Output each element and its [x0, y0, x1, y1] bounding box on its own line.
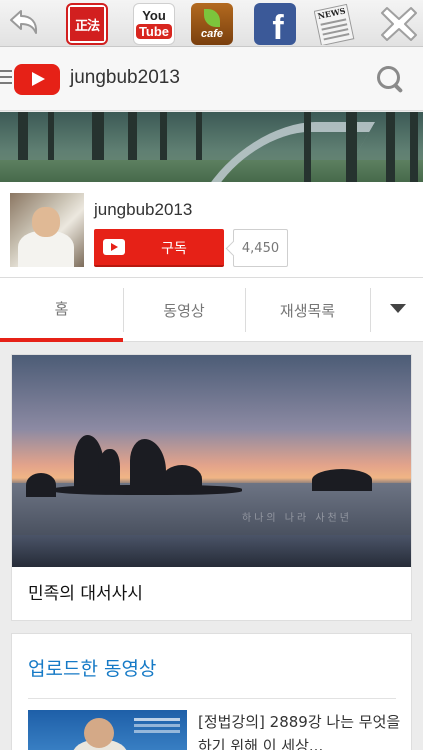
facebook-icon: f: [272, 8, 284, 46]
youtube-logo-text: You: [142, 8, 166, 23]
uploads-section: 업로드한 동영상 [정법강의] 2889강 나는 무엇을 하기 위해 이 세상.…: [11, 633, 412, 750]
youtube-logo-icon[interactable]: [14, 64, 60, 95]
menu-icon[interactable]: [0, 70, 14, 86]
jungbub-seal-icon: 正法: [70, 7, 104, 41]
cafe-label: cafe: [200, 28, 224, 40]
subscriber-count: 4,450: [233, 229, 288, 267]
thumbnail-watermark: 하나의 나라 사천년: [242, 513, 352, 524]
tab-home[interactable]: 홈: [0, 278, 123, 342]
jungbub-shortcut[interactable]: 正法: [66, 3, 108, 45]
channel-name: jungbub2013: [94, 200, 193, 219]
youtube-header: jungbub2013: [0, 47, 423, 111]
facebook-shortcut[interactable]: f: [254, 3, 296, 45]
channel-info: jungbub2013 구독 4,450: [0, 182, 423, 278]
divider: [28, 698, 396, 699]
leaf-icon: [204, 9, 220, 27]
youtube-play-icon: [103, 239, 125, 255]
newspaper-icon: NEWS: [314, 3, 355, 45]
uploads-heading[interactable]: 업로드한 동영상: [28, 654, 156, 681]
shortcut-bar: 正法 You Tube cafe f NEWS: [0, 0, 423, 47]
channel-tabs: 홈 동영상 재생목록: [0, 278, 423, 342]
news-shortcut[interactable]: NEWS: [314, 3, 356, 45]
video-thumbnail[interactable]: [28, 710, 187, 750]
avatar[interactable]: [10, 193, 84, 267]
chevron-down-icon[interactable]: [372, 278, 423, 342]
tab-playlists[interactable]: 재생목록: [245, 278, 370, 342]
channel-banner: [0, 112, 423, 182]
subscribe-label: 구독: [161, 241, 187, 257]
youtube-shortcut[interactable]: You Tube: [133, 3, 175, 45]
tab-videos[interactable]: 동영상: [123, 278, 245, 342]
featured-thumbnail[interactable]: 하나의 나라 사천년: [12, 355, 411, 567]
header-title: jungbub2013: [70, 67, 180, 88]
back-icon[interactable]: [2, 3, 44, 45]
featured-video-card[interactable]: 하나의 나라 사천년 민족의 대서사시: [11, 354, 412, 621]
subscribe-button[interactable]: 구독: [94, 229, 224, 267]
app-screen: 正法 You Tube cafe f NEWS jungbub2013 jung…: [0, 0, 423, 750]
video-title[interactable]: [정법강의] 2889강 나는 무엇을 하기 위해 이 세상...: [198, 710, 402, 750]
search-icon[interactable]: [376, 65, 406, 95]
cafe-shortcut[interactable]: cafe: [191, 3, 233, 45]
close-icon[interactable]: [378, 3, 420, 45]
youtube-logo-tube: Tube: [135, 24, 173, 39]
featured-title[interactable]: 민족의 대서사시: [28, 579, 143, 604]
